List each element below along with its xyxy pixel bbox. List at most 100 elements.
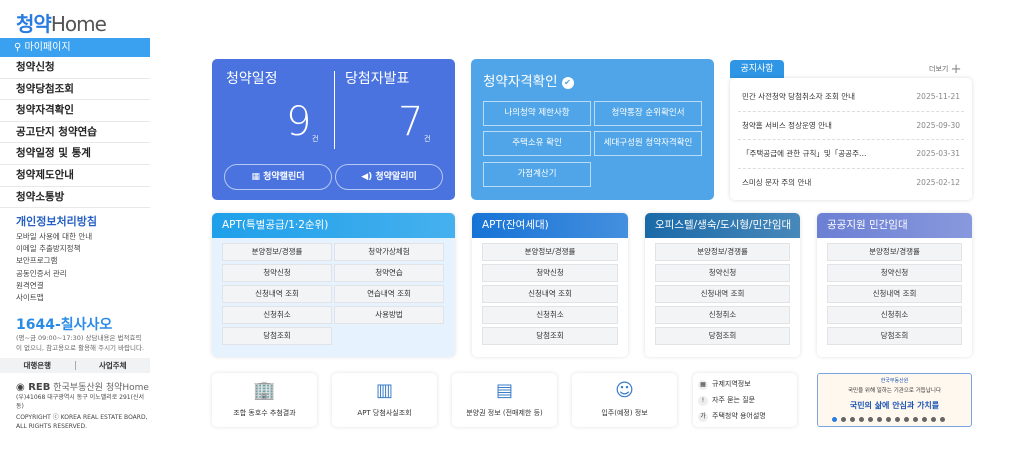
notice-item[interactable]: 스미싱 문자 주의 안내 2025-02-12	[738, 169, 964, 198]
call-center-note: (평~금 09:00~17:30) 상담내용은 법적효력이 없으니, 참고용으로…	[16, 334, 145, 352]
quick-list-item[interactable]: ▦ 규제지역정보	[698, 376, 792, 392]
panel-button[interactable]: 청약신청	[482, 264, 618, 282]
eligibility-button[interactable]: 세대구성원 청약자격확인	[594, 131, 702, 156]
menu-item[interactable]: 공고단지 청약연습	[0, 122, 150, 144]
panel-button[interactable]: 청약신청	[827, 264, 962, 282]
service-panel: 오피스텔/생숙/도시형/민간임대분양정보/경쟁률청약신청신청내역 조회신청취소당…	[645, 213, 800, 357]
alert-button[interactable]: ◀) 청약알리미	[335, 164, 443, 190]
quick-list-item[interactable]: ! 자주 묻는 질문	[698, 392, 792, 408]
panel-button[interactable]: 신청내역 조회	[827, 285, 962, 303]
notice-date: 2025-02-12	[916, 178, 960, 188]
footer-link[interactable]: 사이트맵	[16, 292, 92, 304]
bank-bar: 대행은행 사업주체	[0, 358, 150, 373]
logo[interactable]: 청약Home	[16, 8, 107, 37]
business-entity-button[interactable]: 사업주체	[76, 358, 151, 373]
panel-button[interactable]: 신청취소	[827, 306, 962, 324]
carousel-dots[interactable]	[832, 417, 945, 422]
mypage-link[interactable]: ⚲ 마이페이지	[0, 38, 150, 57]
eligibility-card: 청약자격확인 ✔ 나의청약 제한사항 청약통장 순위확인서 주택소유 확인 세대구…	[471, 59, 714, 200]
footer-link[interactable]: 원격연결	[16, 280, 92, 292]
service-panel: APT(잔여세대) 분양정보/경쟁률 청약신청 신청내역 조회 신청취소 당첨조회	[472, 213, 628, 357]
apartment-icon: ▥	[375, 380, 393, 401]
plus-icon: +	[950, 62, 962, 77]
resident-icon: ☺	[615, 380, 634, 401]
panel-button[interactable]: 당첨조회	[655, 327, 790, 345]
quick-link[interactable]: ▤ 분양권 정보 (전매제한 등)	[452, 373, 557, 427]
notice-title: 스미싱 문자 주의 안내	[742, 178, 812, 188]
winner-count: 7	[398, 99, 424, 145]
list-icon: !	[698, 396, 708, 406]
footer-link[interactable]: 모바일 사용에 대한 안내	[16, 231, 92, 243]
reb-logo: ◉ REB 한국부동산원 청약Home	[16, 382, 149, 393]
main-menu: 청약신청 청약당첨조회 청약자격확인 공고단지 청약연습 청약일정 및 통계 청약제도안내…	[0, 57, 150, 209]
panel-button[interactable]: 신청취소	[482, 306, 618, 324]
panel-header: 공공지원 민간임대	[817, 213, 972, 238]
notice-date: 2025-03-31	[916, 149, 960, 159]
schedule-count: 9	[286, 99, 312, 145]
calendar-icon: ▦	[251, 172, 264, 182]
footer-link[interactable]: 보안프로그램	[16, 255, 92, 267]
panel-header: APT(특별공급/1·2순위)	[212, 213, 455, 238]
notice-item[interactable]: 청약홈 서비스 정상운영 안내 2025-09-30	[738, 112, 964, 140]
notice-item[interactable]: 「주택공급에 관한 규칙」및「공공주… 2025-03-31	[738, 140, 964, 169]
footer-info: (우)41068 대구광역시 동구 이노밸리로 291(신서동) COPYRIGH…	[16, 394, 148, 430]
promo-banner[interactable]: 한국부동산원 국민을 위해 일하는 기관으로 거듭납니다 국민의 삶에 안심과 …	[817, 373, 972, 427]
privacy-policy-link[interactable]: 개인정보처리방침	[16, 213, 97, 229]
quick-link-list: ▦ 규제지역정보! 자주 묻는 질문가 주택청약 용어설명	[693, 373, 797, 427]
panel-button[interactable]: 신청내역 조회	[655, 285, 790, 303]
panel-button[interactable]: 당첨조회	[222, 327, 332, 345]
list-icon: ▦	[698, 380, 708, 390]
notice-list: 민간 사전청약 당첨취소자 조회 안내 2025-11-21 청약홈 서비스 정상운…	[730, 78, 972, 200]
list-icon: 가	[698, 412, 708, 422]
quick-list-item[interactable]: 가 주택청약 용어설명	[698, 408, 792, 424]
panel-button[interactable]: 연습내역 조회	[334, 285, 444, 303]
menu-item[interactable]: 청약신청	[0, 57, 150, 79]
more-button[interactable]: 더보기 +	[929, 62, 961, 77]
menu-item[interactable]: 청약소통방	[0, 187, 150, 209]
panel-button[interactable]: 신청내역 조회	[482, 285, 618, 303]
notice-date: 2025-11-21	[916, 92, 960, 102]
panel-button[interactable]: 분양정보/경쟁률	[655, 243, 790, 261]
panel-button[interactable]: 청약신청	[222, 264, 332, 282]
calendar-button[interactable]: ▦ 청약캘린더	[224, 164, 332, 190]
quick-link[interactable]: 🏢 조합 동호수 추첨결과	[212, 373, 317, 427]
panel-button[interactable]: 신청취소	[655, 306, 790, 324]
menu-item[interactable]: 청약일정 및 통계	[0, 143, 150, 165]
footer-link[interactable]: 공동인증서 관리	[16, 268, 92, 280]
panel-button[interactable]: 신청내역 조회	[222, 285, 332, 303]
agent-bank-button[interactable]: 대행은행	[0, 358, 75, 373]
quick-link[interactable]: ▥ APT 당첨사실조회	[332, 373, 437, 427]
tab-notice[interactable]: 공지사항	[730, 60, 784, 78]
eligibility-button[interactable]: 나의청약 제한사항	[483, 101, 591, 126]
panel-button[interactable]: 신청취소	[222, 306, 332, 324]
panel-button[interactable]: 청약연습	[334, 264, 444, 282]
menu-item[interactable]: 청약자격확인	[0, 100, 150, 122]
sidebar: 청약Home ⚲ 마이페이지 청약신청 청약당첨조회 청약자격확인 공고단지 청약연습…	[0, 0, 150, 465]
speaker-icon: ◀)	[361, 172, 376, 182]
schedule-title[interactable]: 청약일정	[226, 68, 278, 88]
notice-date: 2025-09-30	[916, 120, 960, 130]
panel-button[interactable]: 청약가상체험	[334, 243, 444, 261]
panel-button[interactable]: 분양정보/경쟁률	[222, 243, 332, 261]
panel-button[interactable]: 분양정보/경쟁률	[482, 243, 618, 261]
winner-title[interactable]: 당첨자발표	[345, 68, 409, 88]
panel-header: 오피스텔/생숙/도시형/민간임대	[645, 213, 800, 238]
notice-title: 민간 사전청약 당첨취소자 조회 안내	[742, 92, 856, 102]
menu-item[interactable]: 청약제도안내	[0, 165, 150, 187]
service-panel: 공공지원 민간임대분양정보/경쟁률청약신청신청내역 조회신청취소당첨조회	[817, 213, 972, 357]
quick-list-label: 주택청약 용어설명	[712, 412, 766, 420]
panel-button[interactable]: 당첨조회	[482, 327, 618, 345]
eligibility-title: 청약자격확인 ✔	[483, 70, 574, 90]
panel-button[interactable]: 사용방법	[334, 306, 444, 324]
notice-item[interactable]: 민간 사전청약 당첨취소자 조회 안내 2025-11-21	[738, 83, 964, 112]
panel-button[interactable]: 당첨조회	[827, 327, 962, 345]
eligibility-button[interactable]: 청약통장 순위확인서	[594, 101, 702, 126]
quick-link-label: 조합 동호수 추첨결과	[233, 409, 296, 417]
quick-link[interactable]: ☺ 입주(예정) 정보	[572, 373, 677, 427]
eligibility-button[interactable]: 가점계산기	[483, 162, 591, 187]
menu-item[interactable]: 청약당첨조회	[0, 79, 150, 101]
footer-link[interactable]: 이메일 추출방지정책	[16, 243, 92, 255]
panel-button[interactable]: 청약신청	[655, 264, 790, 282]
panel-button[interactable]: 분양정보/경쟁률	[827, 243, 962, 261]
eligibility-button[interactable]: 주택소유 확인	[483, 131, 591, 156]
